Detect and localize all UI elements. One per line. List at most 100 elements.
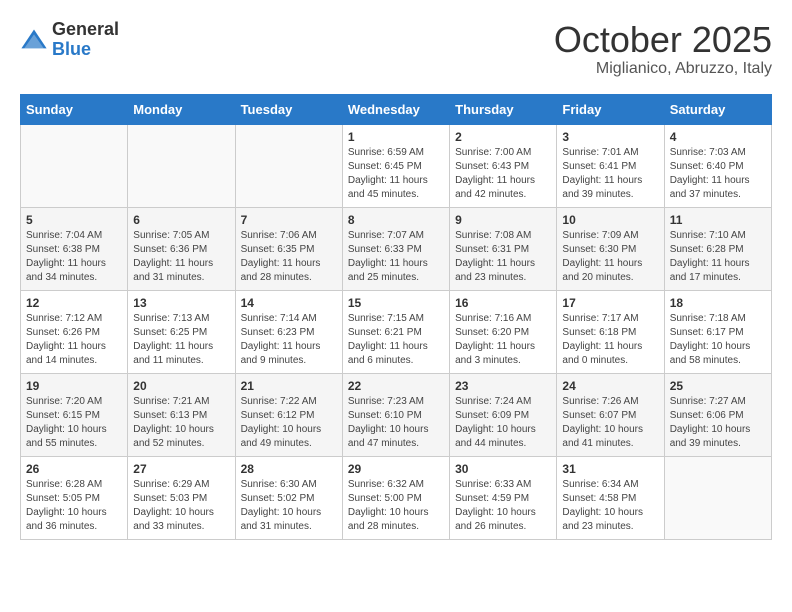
calendar-cell: 13 Sunrise: 7:13 AMSunset: 6:25 PMDayligh… bbox=[128, 290, 235, 373]
calendar-cell: 21 Sunrise: 7:22 AMSunset: 6:12 PMDayligh… bbox=[235, 373, 342, 456]
calendar-cell: 28 Sunrise: 6:30 AMSunset: 5:02 PMDayligh… bbox=[235, 456, 342, 539]
calendar-cell: 15 Sunrise: 7:15 AMSunset: 6:21 PMDayligh… bbox=[342, 290, 449, 373]
calendar-cell: 2Sunrise: 7:00 AMSunset: 6:43 PMDaylight… bbox=[450, 124, 557, 207]
cell-sun-info: Sunrise: 7:10 AMSunset: 6:28 PMDaylight:… bbox=[670, 229, 766, 285]
day-number: 5 bbox=[26, 213, 122, 227]
day-number: 24 bbox=[562, 379, 658, 393]
cell-sun-info: Sunrise: 7:12 AMSunset: 6:26 PMDaylight:… bbox=[26, 312, 122, 368]
cell-sun-info: Sunrise: 7:22 AMSunset: 6:12 PMDaylight:… bbox=[241, 395, 337, 451]
cell-sun-info: Sunrise: 7:27 AMSunset: 6:06 PMDaylight:… bbox=[670, 395, 766, 451]
title-block: October 2025 Miglianico, Abruzzo, Italy bbox=[554, 20, 772, 78]
day-number: 17 bbox=[562, 296, 658, 310]
week-row-5: 26 Sunrise: 6:28 AMSunset: 5:05 PMDayligh… bbox=[21, 456, 772, 539]
calendar-cell: 14 Sunrise: 7:14 AMSunset: 6:23 PMDayligh… bbox=[235, 290, 342, 373]
calendar-cell: 5Sunrise: 7:04 AMSunset: 6:38 PMDaylight… bbox=[21, 207, 128, 290]
calendar-cell: 23 Sunrise: 7:24 AMSunset: 6:09 PMDayligh… bbox=[450, 373, 557, 456]
day-number: 31 bbox=[562, 462, 658, 476]
calendar-cell: 6 Sunrise: 7:05 AMSunset: 6:36 PMDaylight… bbox=[128, 207, 235, 290]
day-number: 14 bbox=[241, 296, 337, 310]
calendar-cell: 19Sunrise: 7:20 AMSunset: 6:15 PMDayligh… bbox=[21, 373, 128, 456]
day-number: 10 bbox=[562, 213, 658, 227]
week-row-2: 5Sunrise: 7:04 AMSunset: 6:38 PMDaylight… bbox=[21, 207, 772, 290]
day-number: 28 bbox=[241, 462, 337, 476]
cell-sun-info: Sunrise: 7:13 AMSunset: 6:25 PMDaylight:… bbox=[133, 312, 229, 368]
day-number: 7 bbox=[241, 213, 337, 227]
week-row-1: 1 Sunrise: 6:59 AMSunset: 6:45 PMDaylight… bbox=[21, 124, 772, 207]
day-number: 30 bbox=[455, 462, 551, 476]
calendar-cell: 24 Sunrise: 7:26 AMSunset: 6:07 PMDayligh… bbox=[557, 373, 664, 456]
calendar-cell: 1 Sunrise: 6:59 AMSunset: 6:45 PMDaylight… bbox=[342, 124, 449, 207]
logo-blue: Blue bbox=[52, 40, 119, 60]
cell-sun-info: Sunrise: 7:08 AMSunset: 6:31 PMDaylight:… bbox=[455, 229, 551, 285]
calendar-table: SundayMondayTuesdayWednesdayThursdayFrid… bbox=[20, 94, 772, 540]
cell-sun-info: Sunrise: 7:16 AMSunset: 6:20 PMDaylight:… bbox=[455, 312, 551, 368]
cell-sun-info: Sunrise: 6:34 AMSunset: 4:58 PMDaylight:… bbox=[562, 478, 658, 534]
day-number: 22 bbox=[348, 379, 444, 393]
day-number: 29 bbox=[348, 462, 444, 476]
day-number: 13 bbox=[133, 296, 229, 310]
calendar-cell: 30 Sunrise: 6:33 AMSunset: 4:59 PMDayligh… bbox=[450, 456, 557, 539]
day-number: 21 bbox=[241, 379, 337, 393]
logo-general: General bbox=[52, 20, 119, 40]
column-header-friday: Friday bbox=[557, 94, 664, 124]
month-title: October 2025 bbox=[554, 20, 772, 60]
column-header-thursday: Thursday bbox=[450, 94, 557, 124]
cell-sun-info: Sunrise: 6:28 AMSunset: 5:05 PMDaylight:… bbox=[26, 478, 122, 534]
cell-sun-info: Sunrise: 6:59 AMSunset: 6:45 PMDaylight:… bbox=[348, 146, 444, 202]
cell-sun-info: Sunrise: 6:32 AMSunset: 5:00 PMDaylight:… bbox=[348, 478, 444, 534]
cell-sun-info: Sunrise: 7:06 AMSunset: 6:35 PMDaylight:… bbox=[241, 229, 337, 285]
calendar-cell: 27 Sunrise: 6:29 AMSunset: 5:03 PMDayligh… bbox=[128, 456, 235, 539]
calendar-cell: 4Sunrise: 7:03 AMSunset: 6:40 PMDaylight… bbox=[664, 124, 771, 207]
calendar-cell: 9Sunrise: 7:08 AMSunset: 6:31 PMDaylight… bbox=[450, 207, 557, 290]
day-number: 1 bbox=[348, 130, 444, 144]
week-row-4: 19Sunrise: 7:20 AMSunset: 6:15 PMDayligh… bbox=[21, 373, 772, 456]
cell-sun-info: Sunrise: 7:15 AMSunset: 6:21 PMDaylight:… bbox=[348, 312, 444, 368]
calendar-header-row: SundayMondayTuesdayWednesdayThursdayFrid… bbox=[21, 94, 772, 124]
day-number: 26 bbox=[26, 462, 122, 476]
calendar-cell: 20Sunrise: 7:21 AMSunset: 6:13 PMDayligh… bbox=[128, 373, 235, 456]
calendar-cell: 12 Sunrise: 7:12 AMSunset: 6:26 PMDayligh… bbox=[21, 290, 128, 373]
day-number: 15 bbox=[348, 296, 444, 310]
calendar-cell bbox=[235, 124, 342, 207]
cell-sun-info: Sunrise: 7:26 AMSunset: 6:07 PMDaylight:… bbox=[562, 395, 658, 451]
day-number: 6 bbox=[133, 213, 229, 227]
cell-sun-info: Sunrise: 7:05 AMSunset: 6:36 PMDaylight:… bbox=[133, 229, 229, 285]
cell-sun-info: Sunrise: 7:00 AMSunset: 6:43 PMDaylight:… bbox=[455, 146, 551, 202]
calendar-cell: 3Sunrise: 7:01 AMSunset: 6:41 PMDaylight… bbox=[557, 124, 664, 207]
cell-sun-info: Sunrise: 6:33 AMSunset: 4:59 PMDaylight:… bbox=[455, 478, 551, 534]
calendar-cell bbox=[664, 456, 771, 539]
day-number: 23 bbox=[455, 379, 551, 393]
day-number: 20 bbox=[133, 379, 229, 393]
week-row-3: 12 Sunrise: 7:12 AMSunset: 6:26 PMDayligh… bbox=[21, 290, 772, 373]
location: Miglianico, Abruzzo, Italy bbox=[554, 60, 772, 78]
calendar-cell: 26 Sunrise: 6:28 AMSunset: 5:05 PMDayligh… bbox=[21, 456, 128, 539]
day-number: 27 bbox=[133, 462, 229, 476]
cell-sun-info: Sunrise: 7:18 AMSunset: 6:17 PMDaylight:… bbox=[670, 312, 766, 368]
calendar-cell: 25Sunrise: 7:27 AMSunset: 6:06 PMDayligh… bbox=[664, 373, 771, 456]
calendar-cell bbox=[128, 124, 235, 207]
column-header-saturday: Saturday bbox=[664, 94, 771, 124]
day-number: 3 bbox=[562, 130, 658, 144]
cell-sun-info: Sunrise: 7:09 AMSunset: 6:30 PMDaylight:… bbox=[562, 229, 658, 285]
cell-sun-info: Sunrise: 6:30 AMSunset: 5:02 PMDaylight:… bbox=[241, 478, 337, 534]
calendar-body: 1 Sunrise: 6:59 AMSunset: 6:45 PMDaylight… bbox=[21, 124, 772, 539]
cell-sun-info: Sunrise: 6:29 AMSunset: 5:03 PMDaylight:… bbox=[133, 478, 229, 534]
day-number: 16 bbox=[455, 296, 551, 310]
calendar-cell: 18Sunrise: 7:18 AMSunset: 6:17 PMDayligh… bbox=[664, 290, 771, 373]
logo: General Blue bbox=[20, 20, 119, 60]
cell-sun-info: Sunrise: 7:17 AMSunset: 6:18 PMDaylight:… bbox=[562, 312, 658, 368]
day-number: 11 bbox=[670, 213, 766, 227]
column-header-tuesday: Tuesday bbox=[235, 94, 342, 124]
cell-sun-info: Sunrise: 7:23 AMSunset: 6:10 PMDaylight:… bbox=[348, 395, 444, 451]
cell-sun-info: Sunrise: 7:24 AMSunset: 6:09 PMDaylight:… bbox=[455, 395, 551, 451]
calendar-cell: 7 Sunrise: 7:06 AMSunset: 6:35 PMDaylight… bbox=[235, 207, 342, 290]
cell-sun-info: Sunrise: 7:14 AMSunset: 6:23 PMDaylight:… bbox=[241, 312, 337, 368]
column-header-wednesday: Wednesday bbox=[342, 94, 449, 124]
cell-sun-info: Sunrise: 7:03 AMSunset: 6:40 PMDaylight:… bbox=[670, 146, 766, 202]
cell-sun-info: Sunrise: 7:07 AMSunset: 6:33 PMDaylight:… bbox=[348, 229, 444, 285]
calendar-cell: 29 Sunrise: 6:32 AMSunset: 5:00 PMDayligh… bbox=[342, 456, 449, 539]
logo-icon bbox=[20, 26, 48, 54]
day-number: 12 bbox=[26, 296, 122, 310]
calendar-cell: 31 Sunrise: 6:34 AMSunset: 4:58 PMDayligh… bbox=[557, 456, 664, 539]
calendar-cell bbox=[21, 124, 128, 207]
